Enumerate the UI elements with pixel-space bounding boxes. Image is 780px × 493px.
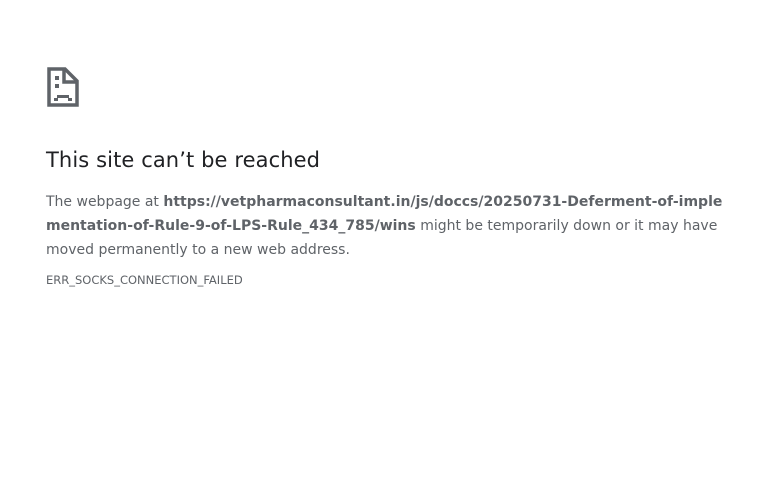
- error-title: This site can’t be reached: [46, 148, 321, 172]
- error-code: ERR_SOCKS_CONNECTION_FAILED: [46, 273, 243, 287]
- description-prefix: The webpage at: [46, 194, 164, 210]
- sad-document-icon: [47, 67, 79, 107]
- error-page: This site can’t be reached The webpage a…: [46, 66, 726, 288]
- error-description: The webpage at https://vetpharmaconsulta…: [46, 190, 726, 262]
